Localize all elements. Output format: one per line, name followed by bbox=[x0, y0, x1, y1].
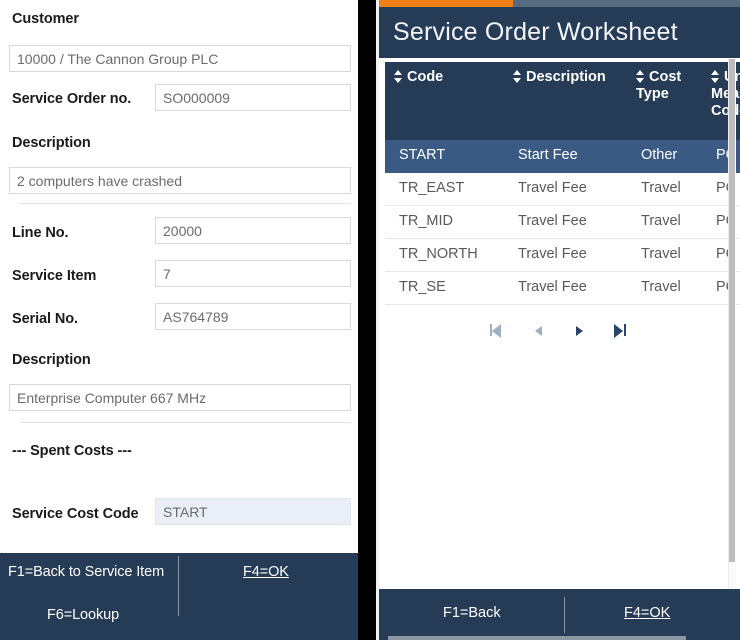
lookup-dialog-panel: Service Order Worksheet Code Description… bbox=[376, 0, 740, 640]
ok-button[interactable]: F4=OK bbox=[243, 564, 289, 580]
dialog-ok-button[interactable]: F4=OK bbox=[624, 605, 670, 621]
left-action-bar: F1=Back to Service Item F4=OK F6=Lookup bbox=[0, 553, 358, 640]
dialog-back-button[interactable]: F1=Back bbox=[443, 605, 501, 621]
first-page-icon[interactable] bbox=[490, 322, 506, 338]
serial-no-label: Serial No. bbox=[12, 311, 78, 327]
service-cost-code-input[interactable]: START bbox=[155, 498, 351, 525]
cost-code-grid: Code Description Cost Type Unit of Measu… bbox=[385, 62, 740, 305]
cell-code: TR_NORTH bbox=[399, 246, 478, 262]
table-row[interactable]: START Start Fee Other PC bbox=[385, 140, 740, 173]
dialog-body: Code Description Cost Type Unit of Measu… bbox=[379, 58, 740, 589]
horizontal-scrollbar-thumb[interactable] bbox=[388, 636, 686, 640]
cell-cost-type: Travel bbox=[641, 246, 681, 262]
separator-1 bbox=[20, 203, 351, 204]
lookup-button[interactable]: F6=Lookup bbox=[47, 607, 119, 623]
progress-bar-track bbox=[379, 0, 740, 7]
cell-code: TR_EAST bbox=[399, 180, 465, 196]
panel-gap bbox=[358, 0, 376, 640]
table-row[interactable]: TR_MID Travel Fee Travel PC bbox=[385, 206, 740, 239]
column-header-description[interactable]: Description bbox=[513, 68, 633, 86]
column-header-code-label: Code bbox=[407, 69, 444, 85]
dialog-title: Service Order Worksheet bbox=[393, 18, 678, 46]
screen-root: Customer 10000 / The Cannon Group PLC Se… bbox=[0, 0, 740, 640]
cell-cost-type: Travel bbox=[641, 279, 681, 295]
cell-description: Travel Fee bbox=[518, 213, 587, 229]
vertical-scrollbar-thumb[interactable] bbox=[729, 59, 735, 562]
cell-description: Start Fee bbox=[518, 147, 578, 163]
item-description-label: Description bbox=[12, 352, 91, 368]
column-header-description-label: Description bbox=[526, 69, 606, 85]
dialog-header: Service Order Worksheet bbox=[379, 7, 740, 58]
service-item-label: Service Item bbox=[12, 268, 97, 284]
service-order-worksheet-dialog: Service Order Worksheet Code Description… bbox=[379, 7, 740, 640]
cell-code: TR_SE bbox=[399, 279, 446, 295]
sort-icon[interactable] bbox=[636, 70, 645, 83]
service-item-input[interactable]: 7 bbox=[155, 260, 351, 287]
serial-no-input[interactable]: AS764789 bbox=[155, 303, 351, 330]
sort-icon[interactable] bbox=[394, 70, 403, 83]
column-header-cost-type[interactable]: Cost Type bbox=[636, 68, 701, 103]
column-header-code[interactable]: Code bbox=[394, 68, 504, 86]
last-page-icon[interactable] bbox=[613, 322, 629, 338]
service-order-no-label: Service Order no. bbox=[12, 91, 132, 107]
pagination-controls bbox=[385, 313, 734, 347]
footer-divider bbox=[564, 597, 565, 633]
line-no-label: Line No. bbox=[12, 225, 69, 241]
customer-input[interactable]: 10000 / The Cannon Group PLC bbox=[9, 45, 351, 72]
cell-code: TR_MID bbox=[399, 213, 453, 229]
sort-icon[interactable] bbox=[711, 70, 720, 83]
back-to-service-item-button[interactable]: F1=Back to Service Item bbox=[8, 564, 180, 580]
cell-description: Travel Fee bbox=[518, 279, 587, 295]
cell-cost-type: Travel bbox=[641, 213, 681, 229]
cell-description: Travel Fee bbox=[518, 246, 587, 262]
order-description-input[interactable]: 2 computers have crashed bbox=[9, 167, 351, 194]
separator-2 bbox=[20, 422, 351, 423]
previous-page-icon[interactable] bbox=[531, 322, 547, 338]
service-cost-code-label: Service Cost Code bbox=[12, 506, 139, 522]
table-row[interactable]: TR_SE Travel Fee Travel PC bbox=[385, 272, 740, 305]
form-fields: Customer 10000 / The Cannon Group PLC Se… bbox=[0, 0, 358, 552]
progress-bar-fill bbox=[379, 0, 513, 7]
table-row[interactable]: TR_NORTH Travel Fee Travel PC bbox=[385, 239, 740, 272]
next-page-icon[interactable] bbox=[572, 322, 588, 338]
action-bar-divider bbox=[178, 556, 179, 616]
service-order-no-input[interactable]: SO000009 bbox=[155, 84, 351, 111]
cell-code: START bbox=[399, 147, 446, 163]
grid-header-row: Code Description Cost Type Unit of Measu… bbox=[385, 62, 740, 140]
cell-description: Travel Fee bbox=[518, 180, 587, 196]
customer-label: Customer bbox=[12, 11, 79, 27]
line-no-input[interactable]: 20000 bbox=[155, 217, 351, 244]
item-description-input[interactable]: Enterprise Computer 667 MHz bbox=[9, 384, 351, 411]
cell-cost-type: Other bbox=[641, 147, 678, 163]
spent-costs-section-title: --- Spent Costs --- bbox=[12, 443, 132, 459]
table-row[interactable]: TR_EAST Travel Fee Travel PC bbox=[385, 173, 740, 206]
service-item-form-panel: Customer 10000 / The Cannon Group PLC Se… bbox=[0, 0, 358, 640]
cell-cost-type: Travel bbox=[641, 180, 681, 196]
sort-icon[interactable] bbox=[513, 70, 522, 83]
order-description-label: Description bbox=[12, 135, 91, 151]
dialog-footer: F1=Back F4=OK bbox=[379, 589, 740, 640]
